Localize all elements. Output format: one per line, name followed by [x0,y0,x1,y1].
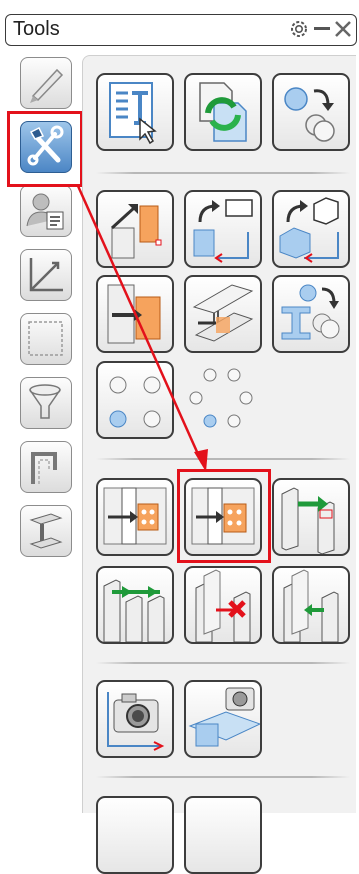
minimize-icon[interactable] [311,18,333,40]
sidebar-item-user[interactable] [20,185,72,237]
panel-title: Tools [13,18,60,40]
tool-bolt-pattern-circle[interactable] [184,361,262,439]
tool-shape-transform[interactable] [272,73,350,151]
tool-camera-beam[interactable] [184,680,262,758]
pencil-tool-icon [30,68,64,103]
sidebar-item-filter[interactable] [20,377,72,429]
column-link-icon [283,569,339,642]
tool-beam-column-connection[interactable] [272,478,350,556]
beam-section-icon [192,284,254,342]
rotate-plane-icon [193,199,253,263]
highlight-box-tools [7,111,83,187]
tool-profile-shapes[interactable] [272,275,350,353]
section-divider [96,172,350,174]
tool-column-adjust[interactable] [96,190,174,268]
gear-icon[interactable] [288,18,310,40]
shapes-transform-icon [284,87,335,142]
profile-shapes-icon [281,284,340,340]
sidebar-item-steel[interactable] [20,505,72,557]
dashed-square-icon [28,321,63,356]
tool-bolt-pattern-square[interactable] [96,361,174,439]
panel-titlebar: Tools [5,14,357,46]
column-adjust-icon [110,204,162,259]
sidebar-item-draw[interactable] [20,57,72,109]
bolt-pattern-circle-icon [189,368,253,428]
tool-rotate-plane[interactable] [184,190,262,268]
copy-refresh-icon [199,82,247,142]
tool-end-plate-connection[interactable] [96,478,174,556]
tool-beam-section[interactable] [184,275,262,353]
multi-column-connection-icon [103,579,165,642]
report-template-icon [109,82,157,145]
tool-remove-connection[interactable] [184,566,262,644]
bolt-pattern-square-icon [109,376,161,428]
sidebar-item-coordinates[interactable] [20,249,72,301]
section-divider [96,662,350,664]
remove-connection-icon [195,569,251,642]
tool-multi-column-connection[interactable] [96,566,174,644]
tool-copy-refresh[interactable] [184,73,262,151]
tool-rotate-box[interactable] [272,190,350,268]
section-divider [96,776,350,778]
bent-profile-icon [31,452,57,484]
beam-column-connection-icon [281,487,335,554]
sidebar-item-selection[interactable] [20,313,72,365]
section-divider [96,458,350,460]
rotate-box-icon [279,197,339,263]
end-plate-connection-icon [103,487,167,545]
tool-column-link[interactable] [272,566,350,644]
tool-report-template[interactable] [96,73,174,151]
tool-partial-left[interactable] [96,796,174,874]
tool-partial-right[interactable] [184,796,262,874]
funnel-icon [29,384,61,419]
tool-beam-push[interactable] [96,275,174,353]
beam-push-icon [107,284,161,344]
camera-beam-icon [188,687,260,747]
camera-icon [107,692,165,751]
axes-icon [29,258,63,292]
highlight-box-connection [177,469,271,563]
steel-beam-icon [29,513,63,549]
sidebar-item-profiles[interactable] [20,441,72,493]
close-icon[interactable] [332,18,354,40]
user-properties-icon [26,193,64,230]
tool-camera[interactable] [96,680,174,758]
